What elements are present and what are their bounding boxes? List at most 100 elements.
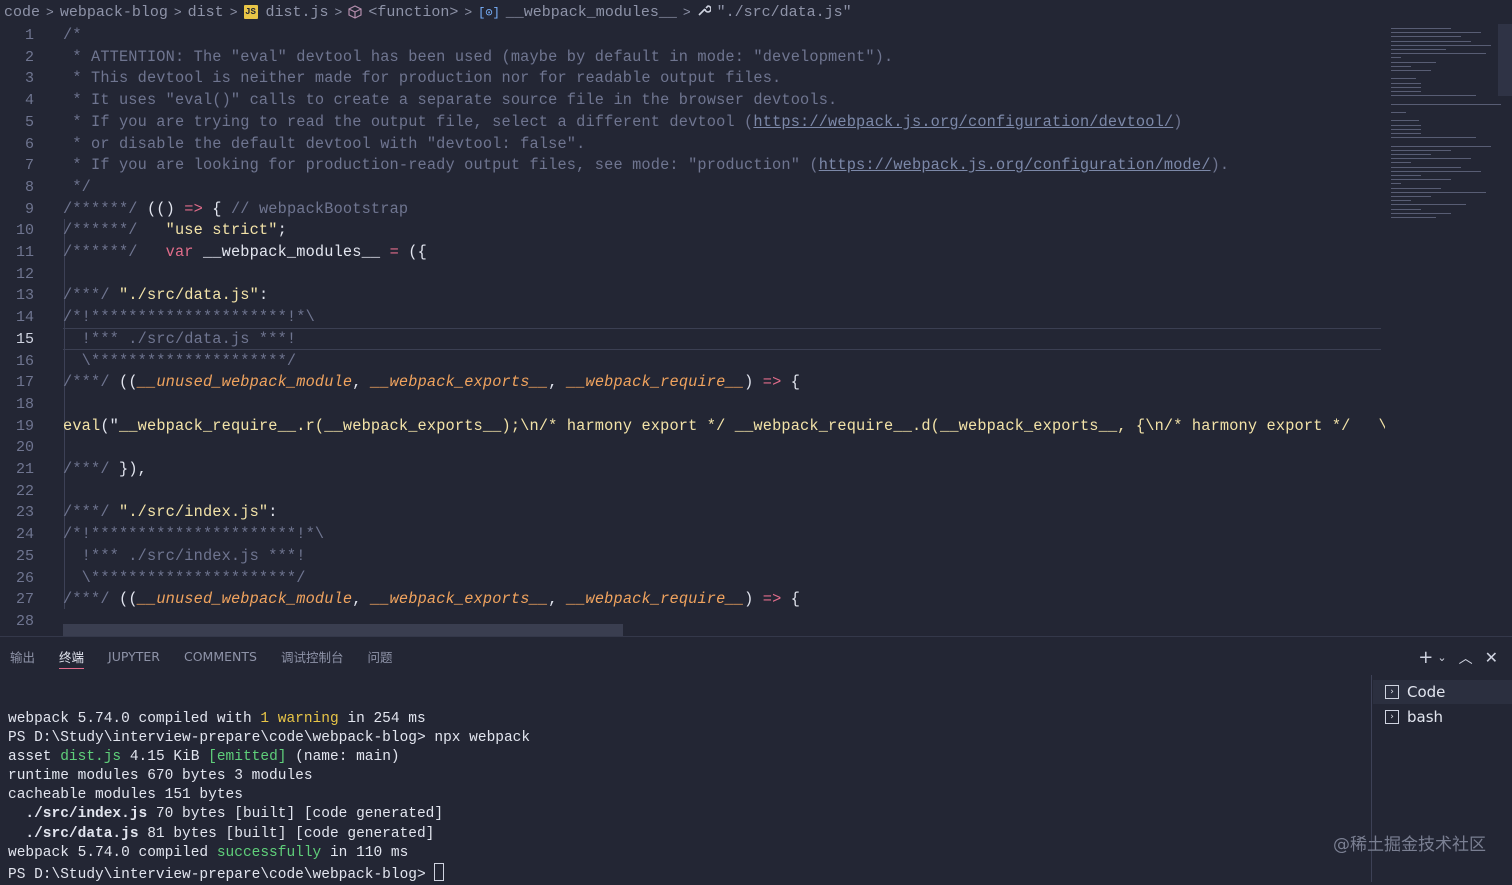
terminal-instance[interactable]: › bash [1385, 705, 1512, 729]
terminal-text: (name: main) [286, 749, 400, 766]
breadcrumb: code > webpack-blog > dist > JS dist.js > <functi… [0, 0, 1512, 24]
terminal-text: 1 warning [260, 711, 339, 727]
code-line[interactable]: 9 /******/ (() => { // webpackBootstrap [0, 199, 1385, 221]
minimap[interactable] [1385, 24, 1512, 636]
breadcrumb-separator-icon: > [464, 4, 473, 20]
code-line[interactable]: 6 * or disable the default devtool with … [0, 134, 1385, 156]
chevron-up-icon[interactable]: ︿ [1459, 648, 1473, 668]
code-text: */ [63, 177, 91, 199]
code-line[interactable]: 18 [0, 394, 1385, 416]
code-link[interactable]: https://webpack.js.org/configuration/dev… [753, 113, 1173, 131]
panel-tab[interactable]: 输出 [10, 637, 35, 675]
panel-tab[interactable]: COMMENTS [184, 637, 257, 675]
code-line[interactable]: 23 /***/ "./src/index.js": [0, 502, 1385, 524]
code-token: */ [63, 177, 91, 196]
code-link[interactable]: https://webpack.js.org/configuration/mod… [819, 156, 1211, 174]
code-line[interactable]: 20 [0, 437, 1385, 459]
breadcrumb-separator-icon: > [46, 4, 54, 20]
chevron-down-icon[interactable]: ⌄ [1437, 651, 1446, 664]
js-file-icon: JS [243, 5, 258, 19]
terminal-line: runtime modules 670 bytes 3 modules [8, 767, 530, 786]
code-text: * This devtool is neither made for produ… [63, 68, 781, 90]
code-token: { [781, 373, 801, 392]
minimap-line [1391, 57, 1401, 59]
panel-tabs: 输出 终端 JUPYTER COMMENTS 调试控制台 问题 [0, 637, 406, 675]
breadcrumb-item[interactable]: <function> [348, 4, 458, 21]
code-line[interactable]: 13 /***/ "./src/data.js": [0, 285, 1385, 307]
code-token: ) [744, 373, 763, 392]
code-line[interactable]: 19 eval("__webpack_require__.r(__webpack_… [0, 416, 1385, 438]
terminal-text: PS D:\Study\interview-prepare\code\webpa… [8, 866, 435, 883]
code-line[interactable]: 2 * ATTENTION: The "eval" devtool has be… [0, 47, 1385, 69]
code-token: /***/ [63, 373, 119, 392]
code-line[interactable]: 14 /*!*********************!*\ [0, 307, 1385, 329]
terminal-line: ./src/data.js 81 bytes [built] [code gen… [8, 825, 530, 844]
cube-icon [348, 5, 362, 19]
code-line[interactable]: 27 /***/ ((__unused_webpack_module, __web… [0, 589, 1385, 611]
code-line[interactable]: 5 * If you are trying to read the output… [0, 112, 1385, 134]
panel-tab[interactable]: 问题 [367, 637, 392, 675]
code-token: (( [118, 590, 138, 609]
code-token: (" [100, 416, 119, 435]
breadcrumb-item[interactable]: webpack-blog [60, 4, 168, 21]
minimap-line [1391, 149, 1451, 151]
code-line[interactable]: 1 /* [0, 25, 1385, 47]
watermark: @稀土掘金技术社区 [1333, 835, 1486, 855]
breadcrumb-separator-icon: > [229, 4, 238, 20]
breadcrumb-item[interactable]: JS dist.js [243, 4, 329, 21]
code-line[interactable]: 10 /******/ "use strict"; [0, 220, 1385, 242]
terminal-line: PS D:\Study\interview-prepare\code\webpa… [8, 729, 530, 748]
terminal-line: webpack 5.74.0 compiled with 1 warning i… [8, 710, 530, 729]
code-line[interactable]: 21 /***/ }), [0, 459, 1385, 481]
line-number: 22 [15, 482, 34, 500]
code-token: , [352, 590, 371, 609]
terminal-line: webpack 5.74.0 compiled successfully in … [8, 844, 530, 863]
code-line[interactable]: 3 * This devtool is neither made for pro… [0, 68, 1385, 90]
line-number: 25 [15, 547, 34, 565]
code-line[interactable]: 15 !*** ./src/data.js ***! [0, 329, 1385, 351]
breadcrumb-item[interactable]: [⊙] __webpack_modules__ [478, 4, 677, 21]
code-line[interactable]: 12 [0, 264, 1385, 286]
code-line[interactable]: 4 * It uses "eval()" calls to create a s… [0, 90, 1385, 112]
minimap-slider[interactable] [1498, 24, 1512, 96]
code-line[interactable]: 8 */ [0, 177, 1385, 199]
terminal-output[interactable]: webpack 5.74.0 compiled with 1 warning i… [8, 710, 530, 885]
code-token: /*!**********************!*\ [63, 525, 325, 544]
code-line[interactable]: 26 \**********************/ [0, 568, 1385, 590]
code-line[interactable]: 11 /******/ var __webpack_modules__ = ({ [0, 242, 1385, 264]
breadcrumb-item[interactable]: code [4, 4, 40, 21]
breadcrumb-item[interactable]: "./src/data.js" [697, 3, 852, 22]
code-line[interactable]: 24 /*!**********************!*\ [0, 524, 1385, 546]
breadcrumb-item[interactable]: dist [188, 4, 224, 21]
code-token: __webpack_modules__ [193, 243, 390, 261]
panel-tab[interactable]: 调试控制台 [281, 637, 344, 675]
code-line[interactable]: 22 [0, 481, 1385, 503]
minimap-line [1391, 208, 1421, 210]
terminal-text: asset [8, 749, 61, 766]
code-token: \*********************/ [63, 351, 297, 370]
code-line[interactable]: 17 /***/ ((__unused_webpack_module, __web… [0, 372, 1385, 394]
panel-tab[interactable]: JUPYTER [108, 637, 160, 675]
code-token: !*** ./src/index.js ***! [63, 546, 306, 565]
minimap-line [1391, 36, 1461, 38]
terminal-text: ./src/data.js [8, 825, 139, 842]
code-line[interactable]: 25 !*** ./src/index.js ***! [0, 546, 1385, 568]
code-editor[interactable]: 1 /* 2 * ATTENTION: The "eval" devtool has… [0, 24, 1385, 636]
minimap-line [1391, 65, 1411, 67]
code-token: /******/ [63, 221, 147, 240]
close-icon[interactable]: ✕ [1485, 648, 1498, 667]
panel-tab[interactable]: 终端 [59, 637, 85, 675]
code-line[interactable]: 16 \*********************/ [0, 351, 1385, 373]
minimap-line [1391, 124, 1421, 126]
code-line[interactable]: 7 * If you are looking for production-re… [0, 155, 1385, 177]
horizontal-scrollbar[interactable] [63, 624, 623, 636]
code-token: * It uses "eval()" calls to create a sep… [63, 91, 838, 110]
code-token: (( [118, 373, 138, 392]
terminal-instance[interactable]: › Code [1373, 680, 1512, 704]
plus-icon[interactable]: + [1418, 647, 1433, 668]
line-number: 2 [24, 48, 34, 66]
code-token: \**********************/ [63, 568, 306, 587]
line-number: 14 [15, 309, 34, 327]
line-number: 16 [15, 352, 34, 370]
